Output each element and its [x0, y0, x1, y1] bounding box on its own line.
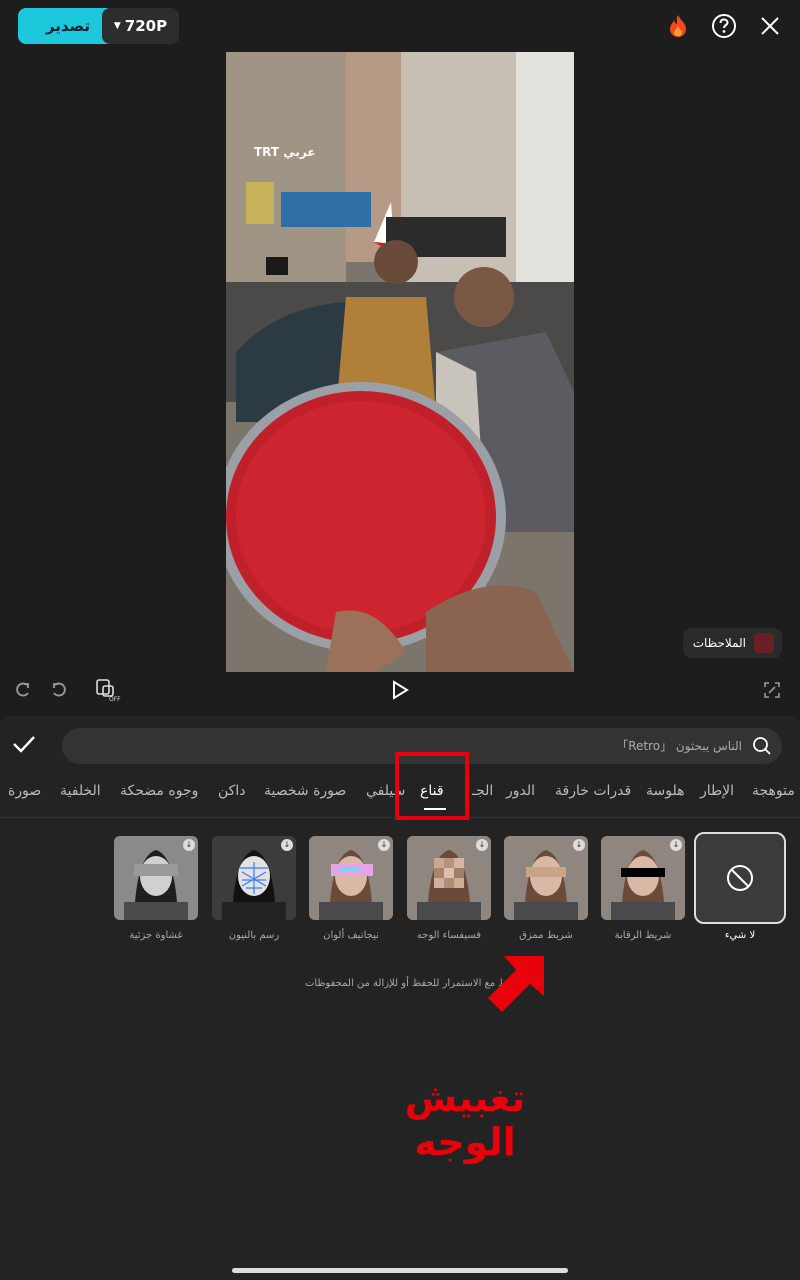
confirm-check-icon[interactable]	[10, 730, 38, 758]
playback-controls: OFF	[0, 672, 800, 706]
download-icon: ↓	[573, 839, 585, 851]
effect-label: فسيفساء الوجه	[416, 930, 482, 941]
effect-label: لا شيء	[724, 930, 756, 941]
caret-down-icon: ▼	[113, 21, 121, 31]
effects-grid: لا شيء ↓ شريط الرقابة ↓ شريط ممزق ↓ فسيف…	[0, 832, 800, 962]
top-actions	[662, 10, 786, 42]
notes-avatar	[754, 633, 774, 653]
download-icon: ↓	[281, 839, 293, 851]
redo-icon[interactable]	[8, 676, 36, 704]
play-icon[interactable]	[386, 676, 414, 704]
annotation-arrow-icon	[488, 956, 544, 1012]
help-icon[interactable]	[708, 10, 740, 42]
video-watermark: TRT عربي	[254, 145, 316, 159]
download-icon: ↓	[378, 839, 390, 851]
tab-partial[interactable]: الجـ	[472, 776, 493, 806]
top-bar: تصدير ▼ 720P	[0, 0, 800, 52]
undo-icon[interactable]	[46, 676, 74, 704]
effect-censor-bar[interactable]: ↓ شريط الرقابة	[601, 836, 685, 941]
svg-text:OFF: OFF	[109, 696, 121, 702]
none-icon	[727, 865, 753, 891]
effect-label: نيجاتيف ألوان	[323, 930, 379, 941]
effect-thumbnail: ↓	[601, 836, 685, 920]
download-icon: ↓	[476, 839, 488, 851]
effect-torn-strip[interactable]: ↓ شريط ممزق	[504, 836, 588, 941]
fullscreen-icon[interactable]	[758, 676, 786, 704]
annotation-highlight-box	[395, 752, 469, 820]
tab-role[interactable]: الدور	[506, 776, 535, 806]
notes-label: الملاحظات	[692, 636, 746, 650]
video-preview[interactable]: TRT عربي	[226, 52, 574, 672]
effect-partial-blur[interactable]: ↓ غشاوة جزئية	[114, 836, 198, 941]
divider	[0, 817, 800, 818]
search-placeholder: الناس يبحثون 「Retro」	[616, 739, 742, 753]
close-icon[interactable]	[754, 10, 786, 42]
effect-thumbnail: ↓	[407, 836, 491, 920]
download-icon: ↓	[183, 839, 195, 851]
tab-frame[interactable]: الإطار	[700, 776, 734, 806]
resolution-label: 720P	[124, 17, 168, 35]
effect-label: رسم بالنيون	[228, 930, 280, 941]
tab-hallucination[interactable]: هلوسة	[646, 776, 685, 806]
home-indicator	[232, 1268, 568, 1273]
tab-background[interactable]: الخلفية	[60, 776, 101, 806]
tab-superpowers[interactable]: قدرات خارقة	[555, 776, 631, 806]
tab-glowing[interactable]: متوهجة	[752, 776, 795, 806]
notes-button[interactable]: الملاحظات	[682, 628, 782, 658]
effect-label: شريط الرقابة	[614, 930, 672, 941]
preview-area: TRT عربي الملاحظات	[0, 52, 800, 672]
effects-panel: الناس يبحثون 「Retro」 متوهجة الإطار هلوسة…	[0, 716, 800, 1280]
compare-off-icon[interactable]: OFF	[94, 676, 122, 704]
effect-color-negative[interactable]: ↓ نيجاتيف ألوان	[309, 836, 393, 941]
tab-image[interactable]: صورة	[8, 776, 41, 806]
effect-thumbnail: ↓	[114, 836, 198, 920]
effect-thumbnail: ↓	[212, 836, 296, 920]
effect-neon-drawing[interactable]: ↓ رسم بالنيون	[212, 836, 296, 941]
tab-portrait[interactable]: صورة شخصية	[264, 776, 346, 806]
tab-dark[interactable]: داكن	[218, 776, 245, 806]
effect-thumbnail: ↓	[309, 836, 393, 920]
effect-face-mosaic[interactable]: ↓ فسيفساء الوجه	[407, 836, 491, 941]
resolution-dropdown[interactable]: ▼ 720P	[102, 8, 179, 44]
annotation-caption: تغبيش الوجه	[404, 1076, 526, 1164]
search-icon	[752, 736, 772, 756]
effect-label: غشاوة جزئية	[129, 930, 183, 941]
effect-none[interactable]	[694, 832, 786, 924]
tab-funny-faces[interactable]: وجوه مضحكة	[120, 776, 198, 806]
effect-thumbnail: ↓	[504, 836, 588, 920]
flame-icon[interactable]	[662, 10, 694, 42]
download-icon: ↓	[670, 839, 682, 851]
effect-label: شريط ممزق	[519, 930, 573, 941]
